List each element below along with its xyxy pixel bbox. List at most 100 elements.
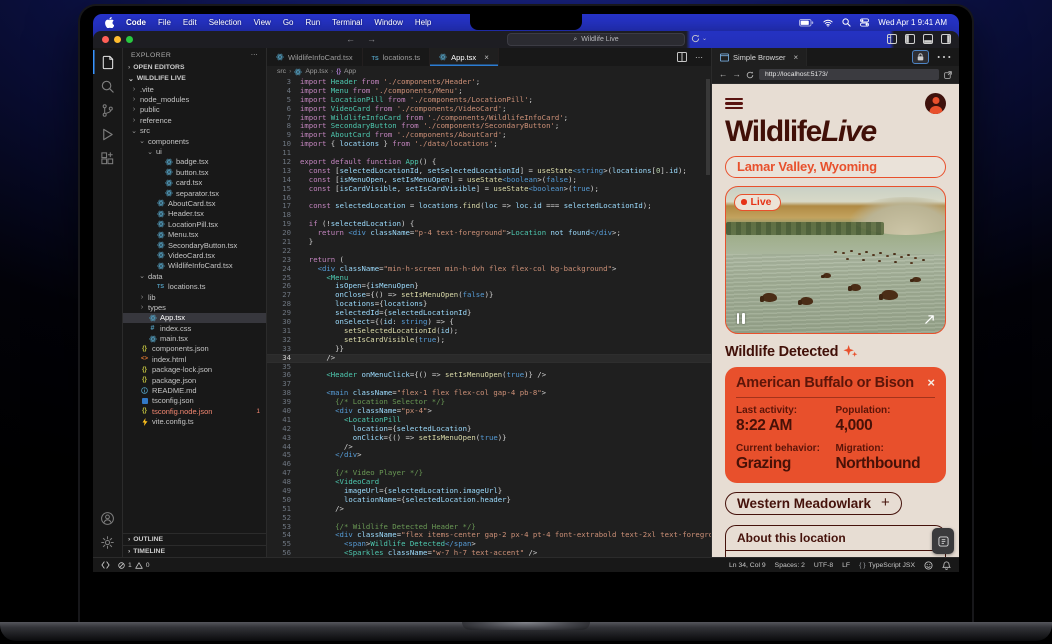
browser-overlay-button[interactable] xyxy=(932,528,954,554)
live-video-card[interactable]: Live xyxy=(725,186,946,334)
breadcrumb[interactable]: src›App.tsx›{}App xyxy=(267,66,711,77)
browser-more-icon[interactable]: ⋯ xyxy=(936,47,952,67)
location-pill-button[interactable]: Lamar Valley, Wyoming xyxy=(725,156,946,178)
code-line-56[interactable]: 56 <Sparkles className="w-7 h-7 text-acc… xyxy=(267,549,711,557)
cursor-position[interactable]: Ln 34, Col 9 xyxy=(729,562,766,569)
tree-item-SecondaryButton.tsx[interactable]: SecondaryButton.tsx xyxy=(123,240,266,250)
tree-item-tsconfig.node.json[interactable]: {}tsconfig.node.json1 xyxy=(123,406,266,416)
tab-WildlifeInfoCard.tsx[interactable]: WildlifeInfoCard.tsx xyxy=(267,48,363,66)
tree-item-public[interactable]: ›public xyxy=(123,105,266,115)
code-line-15[interactable]: 15 const [isCardVisible, setIsCardVisibl… xyxy=(267,185,711,194)
copilot-icon[interactable]: ⌄ xyxy=(691,34,707,43)
breadcrumb-item-src[interactable]: src xyxy=(277,68,286,75)
split-editor-icon[interactable] xyxy=(677,52,687,62)
tree-item-ui[interactable]: ⌄ui xyxy=(123,146,266,156)
tree-item-App.tsx[interactable]: App.tsx xyxy=(123,313,266,323)
menu-window[interactable]: Window xyxy=(374,18,402,27)
spotlight-icon[interactable] xyxy=(842,18,851,27)
toggle-secondary-sidebar-icon[interactable] xyxy=(941,34,951,44)
code-line-34[interactable]: 34 /> xyxy=(267,354,711,363)
code-line-45[interactable]: 45 </div> xyxy=(267,451,711,460)
tree-item-index.html[interactable]: <>index.html xyxy=(123,354,266,364)
tree-item-locations.ts[interactable]: TSlocations.ts xyxy=(123,281,266,291)
editor-scrollbar[interactable] xyxy=(706,79,710,175)
tab-simple-browser[interactable]: Simple Browser × xyxy=(712,48,807,66)
toggle-primary-sidebar-icon[interactable] xyxy=(905,34,915,44)
tree-item-package-lock.json[interactable]: {}package-lock.json xyxy=(123,365,266,375)
avatar[interactable] xyxy=(925,93,946,114)
menu-view[interactable]: View xyxy=(254,18,271,27)
history-forward-icon[interactable]: → xyxy=(367,34,376,44)
control-center-icon[interactable] xyxy=(860,18,869,27)
tree-item-data[interactable]: ⌄data xyxy=(123,271,266,281)
history-back-icon[interactable]: ← xyxy=(346,34,355,44)
tree-item-index.css[interactable]: #index.css xyxy=(123,323,266,333)
tree-item-lib[interactable]: ›lib xyxy=(123,292,266,302)
activity-explorer[interactable] xyxy=(93,50,122,74)
breadcrumb-item-App[interactable]: App xyxy=(344,68,356,75)
remote-indicator-icon[interactable] xyxy=(101,561,110,569)
toggle-panel-icon[interactable] xyxy=(923,34,933,44)
browser-back-icon[interactable]: ← xyxy=(719,70,728,79)
menu-terminal[interactable]: Terminal xyxy=(332,18,362,27)
activity-extensions[interactable] xyxy=(93,146,122,170)
secondary-species-button[interactable]: Western Meadowlark + xyxy=(725,492,902,515)
activity-source-control[interactable] xyxy=(93,98,122,122)
open-external-icon[interactable] xyxy=(944,71,952,79)
tree-item-vite.config.ts[interactable]: vite.config.ts xyxy=(123,417,266,427)
editor-more-icon[interactable]: ⋯ xyxy=(695,53,703,62)
tree-item-AboutCard.tsx[interactable]: AboutCard.tsx xyxy=(123,198,266,208)
menu-run[interactable]: Run xyxy=(305,18,320,27)
tree-item-card.tsx[interactable]: card.tsx xyxy=(123,178,266,188)
tree-item-separator.tsx[interactable]: separator.tsx xyxy=(123,188,266,198)
expand-icon[interactable] xyxy=(924,314,935,325)
outline-section[interactable]: ›OUTLINE xyxy=(123,534,266,545)
tree-item-LocationPill.tsx[interactable]: LocationPill.tsx xyxy=(123,219,266,229)
wifi-icon[interactable] xyxy=(823,19,833,27)
breadcrumb-item-App.tsx[interactable]: App.tsx xyxy=(305,68,328,75)
tree-item-components.json[interactable]: {}components.json xyxy=(123,344,266,354)
tree-item-components[interactable]: ⌄components xyxy=(123,136,266,146)
code-line-10[interactable]: 10import { locations } from './data/loca… xyxy=(267,140,711,149)
tab-App.tsx[interactable]: App.tsx× xyxy=(430,48,499,66)
minimize-window-button[interactable] xyxy=(114,36,121,43)
tree-item-VideoCard.tsx[interactable]: VideoCard.tsx xyxy=(123,250,266,260)
close-browser-tab-icon[interactable]: × xyxy=(794,53,799,62)
tree-item-tsconfig.json[interactable]: tsconfig.json xyxy=(123,396,266,406)
menu-file[interactable]: File xyxy=(158,18,171,27)
language-mode[interactable]: { }TypeScript JSX xyxy=(859,562,915,569)
menu-bar-clock[interactable]: Wed Apr 1 9:41 AM xyxy=(878,18,947,27)
tree-item-reference[interactable]: ›reference xyxy=(123,115,266,125)
open-editors-section[interactable]: › OPEN EDITORS xyxy=(123,62,266,73)
indentation[interactable]: Spaces: 2 xyxy=(775,562,805,569)
pause-button-icon[interactable] xyxy=(737,313,745,324)
workspace-root[interactable]: ⌄ WILDLIFE LIVE xyxy=(123,73,266,84)
tree-item-Header.tsx[interactable]: Header.tsx xyxy=(123,209,266,219)
code-editor[interactable]: 3import Header from './components/Header… xyxy=(267,77,711,557)
lock-icon[interactable] xyxy=(912,50,929,64)
code-line-51[interactable]: 51 /> xyxy=(267,505,711,514)
menu-selection[interactable]: Selection xyxy=(209,18,242,27)
apple-logo-icon[interactable] xyxy=(105,17,114,28)
tree-item-WildlifeInfoCard.tsx[interactable]: WildlifeInfoCard.tsx xyxy=(123,261,266,271)
code-line-21[interactable]: 21 } xyxy=(267,238,711,247)
command-center-search[interactable]: ⌕ Wildlife Live xyxy=(507,33,685,46)
encoding[interactable]: UTF-8 xyxy=(814,562,833,569)
code-line-20[interactable]: 20 return <div className="p-4 text-foreg… xyxy=(267,229,711,238)
url-input[interactable] xyxy=(759,69,939,80)
code-line-17[interactable]: 17 const selectedLocation = locations.fi… xyxy=(267,202,711,211)
browser-forward-icon[interactable]: → xyxy=(733,70,742,79)
tab-locations.ts[interactable]: TSlocations.ts xyxy=(363,48,431,66)
explorer-more-icon[interactable]: ⋯ xyxy=(251,51,258,59)
menu-edit[interactable]: Edit xyxy=(183,18,197,27)
tree-item-node_modules[interactable]: ›node_modules xyxy=(123,94,266,104)
code-line-36[interactable]: 36 <Header onMenuClick={() => setIsMenuO… xyxy=(267,371,711,380)
feedback-smiley-icon[interactable] xyxy=(924,561,933,570)
zoom-window-button[interactable] xyxy=(126,36,133,43)
close-window-button[interactable] xyxy=(102,36,109,43)
activity-search[interactable] xyxy=(93,74,122,98)
menu-code[interactable]: Code xyxy=(126,18,146,27)
tree-item-README.md[interactable]: README.md xyxy=(123,385,266,395)
tree-item-Menu.tsx[interactable]: Menu.tsx xyxy=(123,229,266,239)
tree-item-.vite[interactable]: ›.vite xyxy=(123,84,266,94)
